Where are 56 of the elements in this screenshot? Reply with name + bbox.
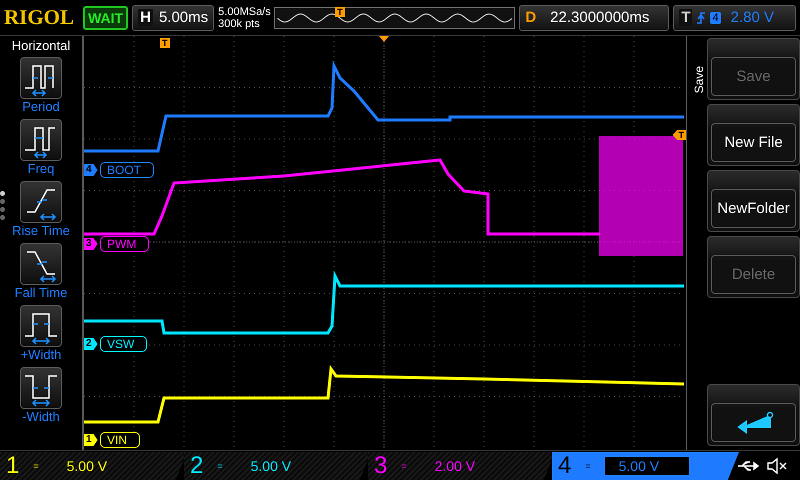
coupling-icon: =: [217, 461, 222, 471]
panel-title: Horizontal: [12, 38, 70, 53]
measure-button[interactable]: Period: [20, 57, 62, 114]
trace-label: VIN: [100, 432, 140, 448]
channel-marker: 2: [84, 338, 98, 350]
measure-button[interactable]: -Width: [20, 367, 62, 424]
speaker-muted-icon: [766, 457, 788, 475]
channel-scale: 5.00 V: [250, 457, 292, 476]
trigger-level-marker: T: [672, 130, 686, 140]
back-button[interactable]: [707, 384, 800, 446]
channel-number: 1: [6, 452, 20, 480]
run-status: WAIT: [83, 6, 128, 30]
trace-label: PWM: [100, 236, 150, 252]
trigger-level: 2.80 V: [730, 9, 774, 26]
channel-tab[interactable]: 2 = 5.00 V: [184, 452, 371, 480]
channel-tab[interactable]: 1 = 5.00 V: [0, 452, 187, 480]
menu-button[interactable]: NewFolder: [707, 170, 800, 232]
trigger-source: 4: [710, 12, 721, 24]
horizontal-label: H: [138, 9, 153, 26]
trigger-position-marker: T: [335, 6, 345, 16]
channel-tab[interactable]: 3 = 2.00 V: [368, 452, 555, 480]
channel-scale: 5.00 V: [604, 456, 690, 476]
trigger-label: T: [679, 9, 692, 26]
delay-value: 22.3000000ms: [550, 9, 650, 26]
channel-number: 3: [374, 452, 388, 480]
rising-edge-icon: [696, 10, 706, 24]
coupling-icon: =: [585, 461, 590, 471]
channel-number: 2: [190, 452, 204, 480]
trigger-time-marker: T: [160, 38, 170, 48]
channel-marker: 1: [84, 434, 98, 446]
delay-label: D: [525, 9, 536, 26]
channel-marker: 3: [84, 238, 98, 250]
freq-measure-icon: [20, 119, 62, 161]
measure-button[interactable]: Rise Time: [12, 181, 70, 238]
menu-button[interactable]: New File: [707, 104, 800, 166]
menu-title: Save: [692, 66, 706, 94]
measure-button[interactable]: +Width: [20, 305, 62, 362]
channel-marker: 4: [84, 164, 98, 176]
rise-measure-icon: [20, 181, 62, 223]
channel-scale: 2.00 V: [434, 457, 476, 476]
measure-button[interactable]: Freq: [20, 119, 62, 176]
measure-button[interactable]: Fall Time: [14, 243, 68, 300]
coupling-icon: =: [401, 461, 406, 471]
period-measure-icon: [20, 57, 62, 99]
channel-tab[interactable]: 4 = 5.00 V: [552, 452, 739, 480]
fall-measure-icon: [20, 243, 62, 285]
timebase-value: 5.00ms: [158, 9, 208, 26]
trigger-center-marker-icon: [379, 36, 389, 42]
memory-depth: 300k pts: [218, 18, 261, 30]
sample-rate: 5.00MSa/s: [218, 6, 270, 18]
brand-logo: RIGOL: [4, 5, 76, 30]
channel-scale: 5.00 V: [66, 457, 108, 476]
coupling-icon: =: [33, 461, 38, 471]
trace-label: BOOT: [100, 162, 154, 178]
channel-number: 4: [558, 452, 572, 480]
trace-label: VSW: [100, 336, 148, 352]
